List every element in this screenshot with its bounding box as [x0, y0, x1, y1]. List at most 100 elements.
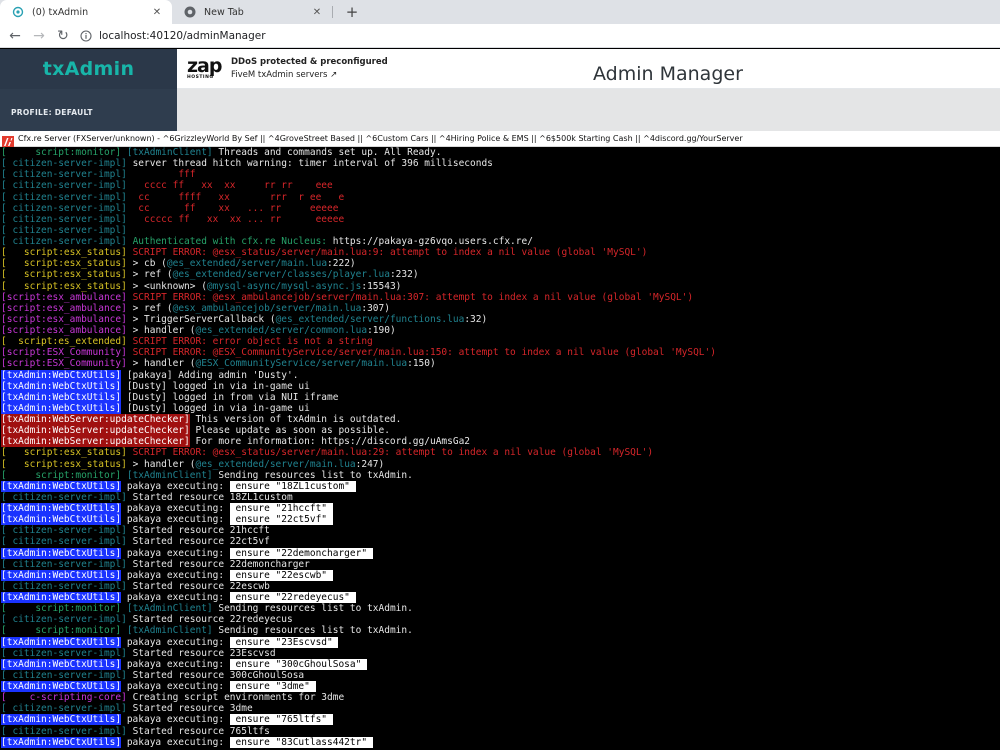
info-icon[interactable]	[80, 29, 92, 42]
console-line: [script:ESX_Community] SCRIPT ERROR: @ES…	[1, 347, 1000, 358]
console-line-tag: [txAdmin:WebCtxUtils]	[1, 391, 122, 403]
console-line-tag: [script:ESX_Community]	[1, 358, 133, 370]
console-line-text: @ESX_CommunityService/server/main.lua	[195, 358, 408, 370]
console-line: [ citizen-server-impl] cc ff xx ... rr e…	[1, 203, 1000, 214]
console-line: [txAdmin:WebCtxUtils] pakaya executing: …	[1, 658, 1000, 670]
console-line-tag: [ citizen-server-impl]	[1, 703, 133, 715]
console-line-text: [pakaya] Adding admin 'Dusty'.	[121, 369, 299, 381]
console-line-text: ensure "18ZL1custom"	[229, 480, 356, 492]
console-line-text: [Dusty] logged in via in-game ui	[121, 402, 310, 414]
tab-txadmin[interactable]: (0) txAdmin ✕	[0, 0, 172, 24]
page-title: Admin Manager	[593, 63, 743, 85]
fivem-icon	[2, 133, 14, 148]
console-line-tag: [ citizen-server-impl]	[1, 224, 133, 236]
brand-logo[interactable]: txAdmin	[0, 49, 177, 89]
console-line-text: pakaya executing:	[121, 514, 230, 526]
console-line-text: :150)	[407, 358, 436, 370]
console-line: [ c-scripting-core] Creating script envi…	[1, 692, 1000, 703]
console-line-text: @es_extended/server/functions.lua	[275, 313, 465, 325]
console-line-tag: [txAdmin:WebCtxUtils]	[1, 480, 122, 492]
console-line: [ citizen-server-impl] Authenticated wit…	[1, 236, 1000, 247]
console-line-tag: [ script:monitor]	[1, 147, 127, 158]
console-line-tag: [txAdmin:WebCtxUtils]	[1, 714, 122, 726]
sponsor-line-1[interactable]: DDoS protected & preconfigured	[231, 57, 388, 67]
console-line: [txAdmin:WebCtxUtils] pakaya executing: …	[1, 503, 1000, 514]
console-line: [txAdmin:WebCtxUtils] [pakaya] Adding ad…	[1, 369, 1000, 381]
console-line-text: > handler (	[132, 325, 196, 336]
console-line: [txAdmin:WebCtxUtils] pakaya executing: …	[1, 681, 1000, 692]
console-line-text: [Dusty] logged in via in-game ui	[121, 380, 310, 392]
console-line-text: Started resource 300cGhoulSosa	[132, 669, 305, 681]
console-line-tag: [txAdmin:WebCtxUtils]	[1, 658, 122, 670]
console-line-tag: [ script:es_extended]	[1, 336, 133, 348]
console-line-text: For more information: https://discord.gg…	[189, 436, 471, 448]
console-line-text: SCRIPT ERROR: error object is not a stri…	[132, 336, 373, 348]
console-line-text: Sending resources list to txAdmin.	[218, 603, 413, 615]
console-line: [ citizen-server-impl] Started resource …	[1, 703, 1000, 714]
console-line-text: cccc ff xx xx rr rr eee	[132, 180, 333, 192]
console-line-text: > ref (	[132, 302, 173, 314]
console-line-tag: [ script:esx_status]	[1, 269, 133, 281]
address-text: localhost:40120/adminManager	[99, 29, 266, 42]
new-tab-button[interactable]: +	[343, 3, 361, 21]
console-line-text: :222)	[327, 258, 356, 270]
console-output[interactable]: [ script:monitor] [txAdminClient] Thread…	[0, 147, 1000, 750]
console-line: [txAdmin:WebCtxUtils] pakaya executing: …	[1, 592, 1000, 603]
console-line: [txAdmin:WebServer:updateChecker] Please…	[1, 425, 1000, 437]
close-icon[interactable]: ✕	[310, 7, 324, 18]
console-line-tag: [txAdmin:WebServer:updateChecker]	[1, 436, 190, 448]
console-line-tag: [ script:monitor]	[1, 625, 127, 637]
console-line-text: ensure "22demoncharger"	[229, 547, 373, 559]
console-line-text: Started resource 22redeyecus	[132, 614, 293, 626]
console-line: [ citizen-server-impl] Started resource …	[1, 726, 1000, 737]
console-line-text: Authenticated with cfx.re Nucleus:	[132, 236, 333, 247]
console-line: [txAdmin:WebCtxUtils] [Dusty] logged in …	[1, 391, 1000, 403]
browser-toolbar: ← → ↻ localhost:40120/adminManager	[0, 24, 1000, 48]
console-line-text: ensure "83Cutlass442tr"	[229, 736, 373, 748]
console-line-text: :232)	[389, 269, 419, 281]
console-line-text: SCRIPT ERROR: @esx_status/server/main.lu…	[132, 447, 654, 459]
console-line-tag: [txAdmin:WebCtxUtils]	[1, 503, 122, 514]
console-line-tag: [ c-scripting-core]	[1, 692, 133, 704]
txadmin-page: txAdmin PROFILE: DEFAULT zap HOSTING DDo…	[0, 49, 1000, 131]
close-icon[interactable]: ✕	[150, 7, 164, 18]
console-line-text: pakaya executing:	[121, 681, 230, 692]
console-line-text: pakaya executing:	[121, 658, 230, 670]
console-line-tag: [ citizen-server-impl]	[1, 213, 133, 225]
console-line-text: Started resource 21hccft	[132, 525, 270, 537]
console-line-text: cc ff xx ... rr eeeee	[132, 202, 339, 214]
console-line: [txAdmin:WebCtxUtils] pakaya executing: …	[1, 547, 1000, 559]
console-line-tag: [ script:esx_status]	[1, 258, 133, 270]
forward-arrow-icon[interactable]: →	[30, 27, 48, 45]
console-line-tag: [txAdmin:WebCtxUtils]	[1, 569, 122, 581]
console-line-text: ccccc ff xx xx ... rr eeeee	[132, 213, 345, 225]
console-line-tag: [ citizen-server-impl]	[1, 525, 133, 537]
console-line-tag: [ citizen-server-impl]	[1, 536, 133, 548]
console-line-tag: [ citizen-server-impl]	[1, 647, 133, 659]
console-line-tag: [script:esx_ambulance]	[1, 313, 133, 325]
console-line-tag: [txAdmin:WebServer:updateChecker]	[1, 414, 190, 425]
console-line: [ citizen-server-impl] server thread hit…	[1, 158, 1000, 169]
console-line: [ citizen-server-impl] Started resource …	[1, 559, 1000, 570]
sponsor-line-2[interactable]: FiveM txAdmin servers ↗	[231, 70, 337, 80]
console-line-text: :247)	[355, 458, 385, 470]
console-line-text: > handler (	[132, 358, 196, 370]
zap-hosting-logo[interactable]: zap HOSTING	[187, 57, 223, 81]
address-bar[interactable]: localhost:40120/adminManager	[80, 27, 980, 45]
back-arrow-icon[interactable]: ←	[6, 27, 24, 45]
tab-new-tab[interactable]: New Tab ✕	[172, 0, 332, 24]
console-line: [txAdmin:WebCtxUtils] pakaya executing: …	[1, 736, 1000, 748]
console-line: [txAdmin:WebCtxUtils] pakaya executing: …	[1, 714, 1000, 726]
console-line-tag: [ citizen-server-impl]	[1, 558, 133, 570]
reload-icon[interactable]: ↻	[54, 27, 72, 45]
console-line-text: SCRIPT ERROR: @esx_ambulancejob/server/m…	[132, 291, 694, 303]
console-line-text: > TriggerServerCallback (	[132, 313, 276, 325]
console-line-text: Please update as soon as possible.	[189, 425, 390, 437]
console-title-bar[interactable]: Cfx.re Server (FXServer/unknown) - ^6Gri…	[0, 131, 1000, 148]
console-line-tag: [ citizen-server-impl]	[1, 191, 133, 203]
console-line-text: @es_extended/server/classes/player.lua	[172, 269, 390, 281]
console-line-text: ensure "300cGhoulSosa"	[229, 658, 368, 670]
console-line-tag: [ citizen-server-impl]	[1, 491, 133, 503]
console-line-tag: [ citizen-server-impl]	[1, 725, 133, 737]
console-line-text: Threads and commands set up. All Ready.	[218, 147, 442, 158]
